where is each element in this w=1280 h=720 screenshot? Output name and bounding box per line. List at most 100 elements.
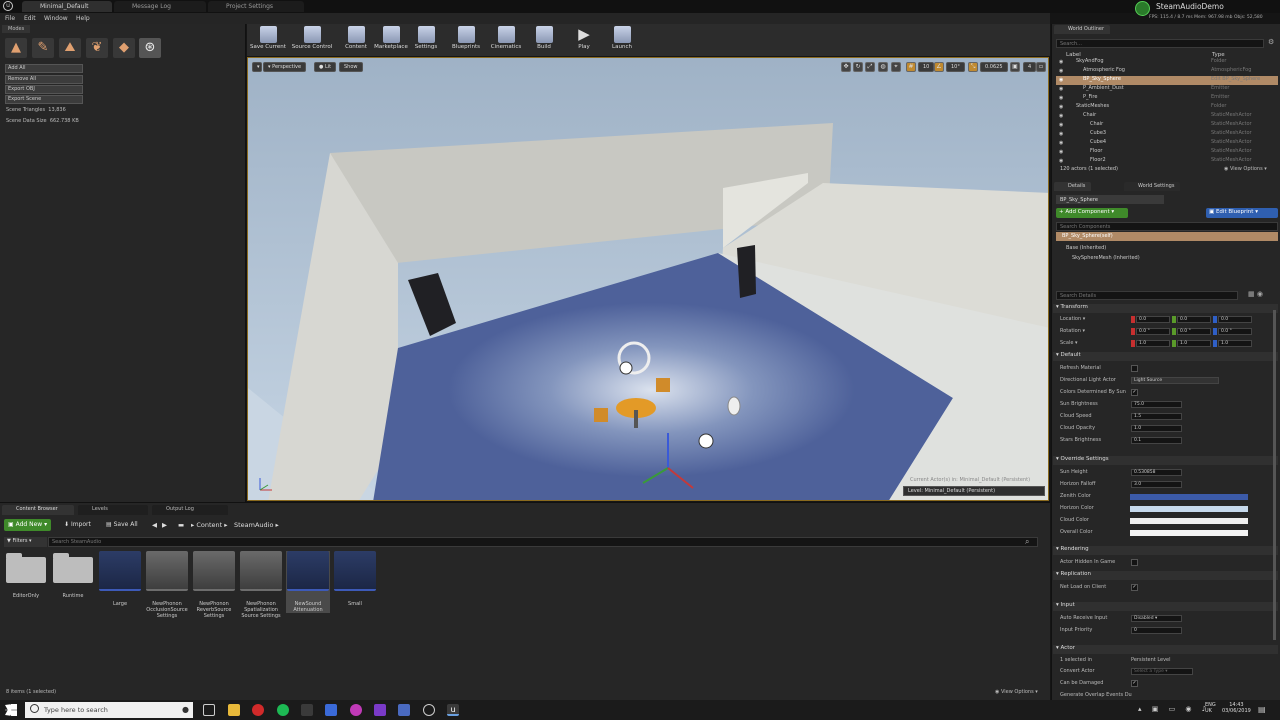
view-options-button[interactable]: ◉ View Options ▾ xyxy=(995,689,1038,695)
component-base[interactable]: Base (Inherited) xyxy=(1066,245,1106,251)
add-new-button[interactable]: ▣ Add New ▾ xyxy=(4,519,52,531)
folder-icon[interactable]: ▬ xyxy=(178,521,184,529)
property-matrix-icon[interactable]: ▦ ◉ xyxy=(1248,290,1263,298)
geometry-mode-icon[interactable]: ◆ xyxy=(113,38,135,58)
search-components-input[interactable]: Search Components xyxy=(1056,222,1278,231)
tab-output-log[interactable]: Output Log xyxy=(152,505,228,515)
tab-minimal-default[interactable]: Minimal_Default xyxy=(22,1,112,12)
outliner-row[interactable]: ◉ P_Ambient_Dust Emitter xyxy=(1056,85,1278,94)
eye-icon[interactable]: ◉ xyxy=(1059,149,1063,155)
save-current-button[interactable]: Save Current xyxy=(249,25,287,55)
outliner-search-input[interactable]: Search... xyxy=(1056,39,1264,48)
outliner-row[interactable]: ◉ Atmospheric Fog AtmosphericFog xyxy=(1056,67,1278,76)
rotate-tool-icon[interactable]: ↻ xyxy=(853,62,863,72)
menu-file[interactable]: File xyxy=(5,15,15,22)
actor-name-field[interactable]: BP_Sky_Sphere xyxy=(1056,195,1164,204)
location-y-field[interactable]: 0.0 xyxy=(1177,316,1211,323)
filters-button[interactable]: ▼ Filters ▾ xyxy=(4,537,47,547)
eye-icon[interactable]: ◉ xyxy=(1059,59,1063,65)
viewport-options-button[interactable]: ▾ xyxy=(252,62,262,72)
location-label[interactable]: Location ▾ xyxy=(1060,316,1085,322)
default-prop-checkbox[interactable]: ✓ xyxy=(1131,389,1138,396)
notifications-icon[interactable]: ▤ xyxy=(1258,705,1266,714)
outliner-row[interactable]: ◉ Cube3 StaticMeshActor xyxy=(1056,130,1278,139)
app-icon-blue[interactable] xyxy=(325,704,337,716)
eye-icon[interactable]: ◉ xyxy=(1059,104,1063,110)
translate-tool-icon[interactable]: ✥ xyxy=(841,62,851,72)
section-transform[interactable]: ▾ Transform xyxy=(1053,304,1278,313)
scale-snap-icon[interactable]: ⤡ xyxy=(968,62,978,72)
windows-start-icon[interactable] xyxy=(5,704,17,716)
file-explorer-icon[interactable] xyxy=(228,704,240,716)
override-prop-field[interactable]: 3.0 xyxy=(1131,481,1182,488)
asset-reverb-settings[interactable]: NewPhonon ReverbSource Settings xyxy=(192,551,236,619)
source-control-button[interactable]: Source Control xyxy=(290,25,334,55)
history-forward-icon[interactable]: ▶ xyxy=(162,521,167,529)
grid-snap-value[interactable]: 10 xyxy=(918,62,935,72)
cinematics-button[interactable]: Cinematics xyxy=(488,25,524,55)
rotation-x-field[interactable]: 0.0 ° xyxy=(1136,328,1170,335)
remove-all-button[interactable]: Remove All xyxy=(5,75,83,84)
search-details-input[interactable]: Search Details xyxy=(1056,291,1238,300)
tab-message-log[interactable]: Message Log xyxy=(114,1,206,12)
scale-y-field[interactable]: 1.0 xyxy=(1177,340,1211,347)
level-viewport[interactable]: ▾ ▾ Perspective ● Lit Show ✥ ↻ ⤢ ◍ ⌖ # 1… xyxy=(247,57,1049,501)
section-actor[interactable]: ▾ Actor xyxy=(1053,645,1278,654)
eye-icon[interactable]: ◉ xyxy=(1059,113,1063,119)
outliner-row[interactable]: ◉ Chair StaticMeshActor xyxy=(1056,121,1278,130)
section-replication[interactable]: ▾ Replication xyxy=(1053,571,1278,580)
net-load-checkbox[interactable]: ✓ xyxy=(1131,584,1138,591)
show-button[interactable]: Show xyxy=(339,62,363,72)
eye-icon[interactable]: ◉ xyxy=(1059,158,1063,164)
location-z-field[interactable]: 0.0 xyxy=(1218,316,1252,323)
app-icon-pink[interactable] xyxy=(350,704,362,716)
default-prop-numeric-field[interactable]: 1.5 xyxy=(1131,413,1182,420)
steam-audio-mode-icon[interactable]: ⊛ xyxy=(139,38,161,58)
spotify-icon[interactable] xyxy=(277,704,289,716)
keyboard-language[interactable]: ENG UK xyxy=(1205,702,1216,714)
unreal-taskbar-icon[interactable]: u xyxy=(447,704,459,716)
taskbar-search-input[interactable]: Type here to search xyxy=(25,702,193,718)
section-override-settings[interactable]: ▾ Override Settings xyxy=(1053,456,1278,465)
rotation-y-field[interactable]: 0.0 ° xyxy=(1177,328,1211,335)
outliner-row[interactable]: ◉ Cube4 StaticMeshActor xyxy=(1056,139,1278,148)
scale-tool-icon[interactable]: ⤢ xyxy=(865,62,875,72)
grid-snap-icon[interactable]: # xyxy=(906,62,916,72)
viewport-scene[interactable] xyxy=(248,58,1049,501)
rotation-snap-value[interactable]: 10° xyxy=(946,62,965,72)
place-mode-icon[interactable]: ▲ xyxy=(5,38,27,58)
input-priority-field[interactable]: 0 xyxy=(1131,627,1182,634)
app-icon-purple[interactable] xyxy=(374,704,386,716)
tab-project-settings[interactable]: Project Settings xyxy=(208,1,304,12)
outliner-row[interactable]: ◉ BP_Sky_Sphere Edit BP_Sky_Sphere xyxy=(1056,76,1278,85)
marketplace-button[interactable]: Marketplace xyxy=(372,25,410,55)
color-swatch[interactable] xyxy=(1130,530,1248,536)
asset-large[interactable]: Large xyxy=(98,551,142,607)
paint-mode-icon[interactable]: ✎ xyxy=(32,38,54,58)
tab-world-settings[interactable]: World Settings xyxy=(1124,182,1181,191)
rotation-z-field[interactable]: 0.0 ° xyxy=(1218,328,1252,335)
eye-icon[interactable]: ◉ xyxy=(1059,140,1063,146)
maximize-viewport-icon[interactable]: ▫ xyxy=(1036,62,1046,72)
lit-button[interactable]: ● Lit xyxy=(314,62,337,72)
settings-button[interactable]: Settings xyxy=(411,25,441,55)
build-button[interactable]: Build xyxy=(533,25,555,55)
steam-icon[interactable] xyxy=(423,704,435,716)
component-skyspheremesh[interactable]: SkySphereMesh (Inherited) xyxy=(1072,255,1140,261)
breadcrumb-steamaudio[interactable]: SteamAudio ▸ xyxy=(234,521,279,529)
surface-snap-icon[interactable]: ⌖ xyxy=(891,62,901,72)
details-scrollbar[interactable] xyxy=(1273,310,1276,640)
menu-help[interactable]: Help xyxy=(76,15,90,22)
tab-world-outliner[interactable]: World Outliner xyxy=(1054,25,1111,34)
add-all-button[interactable]: Add All xyxy=(5,64,83,73)
default-prop-numeric-field[interactable]: 75.0 xyxy=(1131,401,1182,408)
launch-button[interactable]: Launch xyxy=(609,25,635,55)
outliner-settings-icon[interactable]: ⚙ xyxy=(1268,38,1274,46)
eye-icon[interactable]: ◉ xyxy=(1059,68,1063,74)
eye-icon[interactable]: ◉ xyxy=(1059,77,1063,83)
add-component-button[interactable]: + Add Component ▾ xyxy=(1056,208,1128,218)
import-button[interactable]: ⬇ Import xyxy=(60,519,95,531)
default-prop-numeric-field[interactable]: 1.0 xyxy=(1131,425,1182,432)
breadcrumb-content[interactable]: ▸ Content ▸ xyxy=(191,521,228,529)
asset-spatialization-settings[interactable]: NewPhonon Spatialization Source Settings xyxy=(239,551,283,619)
